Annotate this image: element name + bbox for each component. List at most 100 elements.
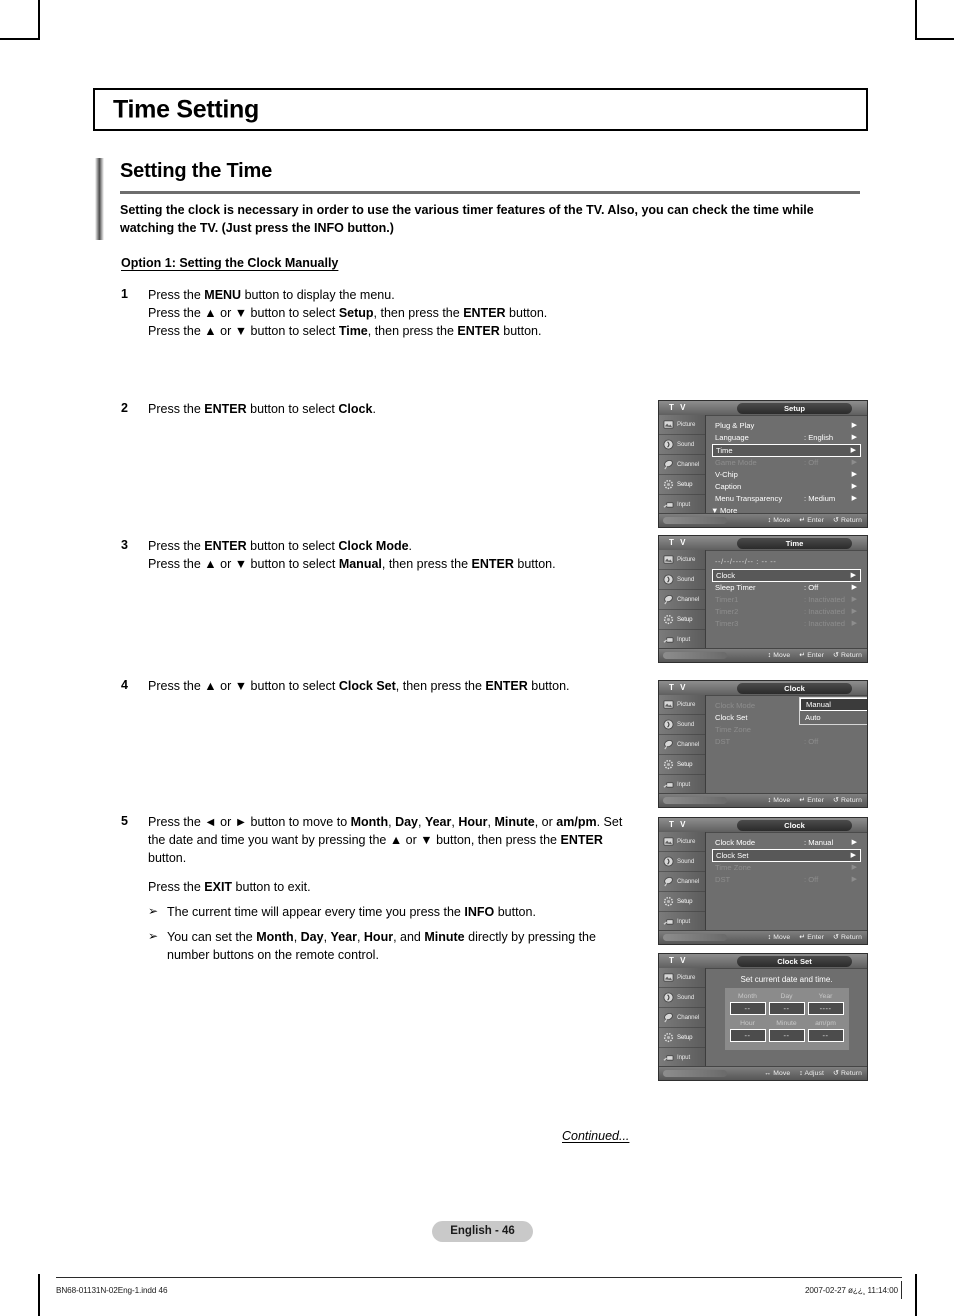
osd-menu-list: Clock Mode:Clock SetTime ZoneDST: Off Ma… <box>706 695 867 794</box>
menu-row[interactable]: Timer2: Inactivated ▶ <box>712 606 861 618</box>
sidebar-item-setup[interactable]: Setup <box>659 475 705 495</box>
up-down-arrow-icon: ↕ <box>767 652 772 659</box>
menu-row[interactable]: Time Zone <box>712 724 861 736</box>
input-icon <box>663 1052 674 1063</box>
menu-row[interactable]: DST: Off ▶ <box>712 874 861 886</box>
menu-row[interactable]: V-Chip ▶ <box>712 469 861 481</box>
menu-row[interactable]: Clock Set ▶ <box>712 849 861 862</box>
menu-row-label: Clock Set <box>715 713 748 722</box>
sidebar-item-sound[interactable]: Sound <box>659 715 705 735</box>
osd-rows-container: Clock ▶ Sleep Timer: Off ▶ Timer1: Inactivat… <box>712 569 861 630</box>
menu-row-label: Sleep Timer <box>715 583 756 592</box>
sidebar-item-label: Input <box>677 918 691 925</box>
osd-brand-label: T V <box>669 683 688 692</box>
input-icon <box>663 634 674 645</box>
menu-row[interactable]: DST: Off <box>712 736 861 748</box>
sidebar-item-channel[interactable]: Channel <box>659 735 705 755</box>
menu-row-label: Caption <box>715 482 742 491</box>
osd-titlebar: T V Clock Set <box>659 954 867 969</box>
sidebar-item-picture[interactable]: Picture <box>659 550 705 570</box>
sidebar-item-input[interactable]: Input <box>659 495 705 515</box>
menu-row[interactable]: Timer1: Inactivated ▶ <box>712 594 861 606</box>
menu-row[interactable]: Language: English ▶ <box>712 432 861 444</box>
channel-icon <box>663 459 674 470</box>
sidebar-item-channel[interactable]: Channel <box>659 455 705 475</box>
step-body: Press the ENTER button to select Clock M… <box>148 539 556 571</box>
clock-set-field-day[interactable]: -- <box>768 1002 805 1015</box>
sidebar-item-channel[interactable]: Channel <box>659 1008 705 1028</box>
sidebar-item-setup[interactable]: Setup <box>659 1028 705 1048</box>
clock-set-label: Minute <box>776 1020 797 1027</box>
picture-icon <box>663 972 674 983</box>
osd-footer: ↔ Move ↕ Adjust ↺ Return <box>659 1066 867 1080</box>
sidebar-item-input[interactable]: Input <box>659 1048 705 1068</box>
sidebar-item-sound[interactable]: Sound <box>659 435 705 455</box>
menu-row-label: Clock Mode <box>715 701 756 710</box>
sidebar-item-label: Channel <box>677 461 699 468</box>
menu-row[interactable]: Time ▶ <box>712 444 861 457</box>
menu-row[interactable]: Clock Mode: Manual ▶ <box>712 837 861 849</box>
sidebar-item-input[interactable]: Input <box>659 775 705 795</box>
osd-footer-lead <box>663 1070 727 1077</box>
clock-set-fields: -- -- ---- <box>729 1002 844 1015</box>
return-icon: ↺ <box>833 797 839 804</box>
clock-mode-dropdown[interactable]: Manual Auto <box>799 697 867 725</box>
clock-set-field-month[interactable]: -- <box>729 1002 766 1015</box>
clock-set-field-am-pm[interactable]: -- <box>807 1029 844 1042</box>
sidebar-item-channel[interactable]: Channel <box>659 872 705 892</box>
up-down-arrow-icon: ↕ <box>767 934 772 941</box>
dropdown-option[interactable]: Auto <box>800 711 867 724</box>
sidebar-item-label: Setup <box>677 761 693 768</box>
menu-row[interactable]: Clock ▶ <box>712 569 861 582</box>
osd-footer: ↕ Move ↵ Enter ↺ Return <box>659 930 867 944</box>
menu-row[interactable]: Sleep Timer: Off ▶ <box>712 582 861 594</box>
sidebar-item-label: Picture <box>677 421 696 428</box>
clock-set-field-year[interactable]: ---- <box>807 1002 844 1015</box>
sidebar-item-label: Channel <box>677 741 699 748</box>
menu-row[interactable]: Plug & Play ▶ <box>712 420 861 432</box>
chevron-right-icon: ▶ <box>851 495 857 502</box>
menu-row-value: : Off <box>804 875 819 884</box>
page-title-box: Time Setting <box>93 88 868 131</box>
channel-icon <box>663 739 674 750</box>
clock-set-form: Set current date and time. Month Day Year -… <box>706 968 867 1067</box>
menu-row[interactable]: Menu Transparency: Medium ▶ <box>712 493 861 505</box>
sidebar-item-setup[interactable]: Setup <box>659 610 705 630</box>
sidebar-item-picture[interactable]: Picture <box>659 695 705 715</box>
return-icon: ↺ <box>833 1070 839 1077</box>
menu-row-label: DST <box>715 875 731 884</box>
sidebar-item-input[interactable]: Input <box>659 630 705 650</box>
osd-footer: ↕ Move ↵ Enter ↺ Return <box>659 513 867 527</box>
clock-set-field-hour[interactable]: -- <box>729 1029 766 1042</box>
dropdown-option[interactable]: Manual <box>800 698 867 711</box>
osd-brand-label: T V <box>669 403 688 412</box>
menu-row[interactable]: Timer3: Inactivated ▶ <box>712 618 861 630</box>
sidebar-item-input[interactable]: Input <box>659 912 705 932</box>
clock-set-label: am/pm <box>815 1020 836 1027</box>
sidebar-item-picture[interactable]: Picture <box>659 832 705 852</box>
sidebar-item-label: Setup <box>677 616 693 623</box>
sidebar-item-sound[interactable]: Sound <box>659 570 705 590</box>
osd-menu-list: Plug & Play ▶ Language: English ▶ Time ▶ Game … <box>706 415 867 515</box>
sidebar-item-setup[interactable]: Setup <box>659 892 705 912</box>
osd-sidebar: Picture Sound Channel Setup Input <box>659 550 706 650</box>
sidebar-item-sound[interactable]: Sound <box>659 988 705 1008</box>
continued-label: Continued... <box>562 1129 630 1143</box>
section-title: Setting the Time <box>120 160 273 182</box>
enter-key-icon: ↵ <box>799 517 806 524</box>
sidebar-item-label: Channel <box>677 878 699 885</box>
clock-set-fields: -- -- -- <box>729 1029 844 1042</box>
osd-brand-label: T V <box>669 956 688 965</box>
menu-row[interactable]: Caption ▶ <box>712 481 861 493</box>
menu-row[interactable]: Game Mode: Off ▶ <box>712 457 861 469</box>
picture-icon <box>663 419 674 430</box>
clock-set-field-minute[interactable]: -- <box>768 1029 805 1042</box>
sidebar-item-picture[interactable]: Picture <box>659 415 705 435</box>
sidebar-item-picture[interactable]: Picture <box>659 968 705 988</box>
sidebar-item-channel[interactable]: Channel <box>659 590 705 610</box>
sidebar-item-setup[interactable]: Setup <box>659 755 705 775</box>
up-down-arrow-icon: ↕ <box>799 1070 803 1077</box>
menu-row[interactable]: Time Zone ▶ <box>712 862 861 874</box>
sidebar-item-sound[interactable]: Sound <box>659 852 705 872</box>
sidebar-item-label: Sound <box>677 858 695 865</box>
